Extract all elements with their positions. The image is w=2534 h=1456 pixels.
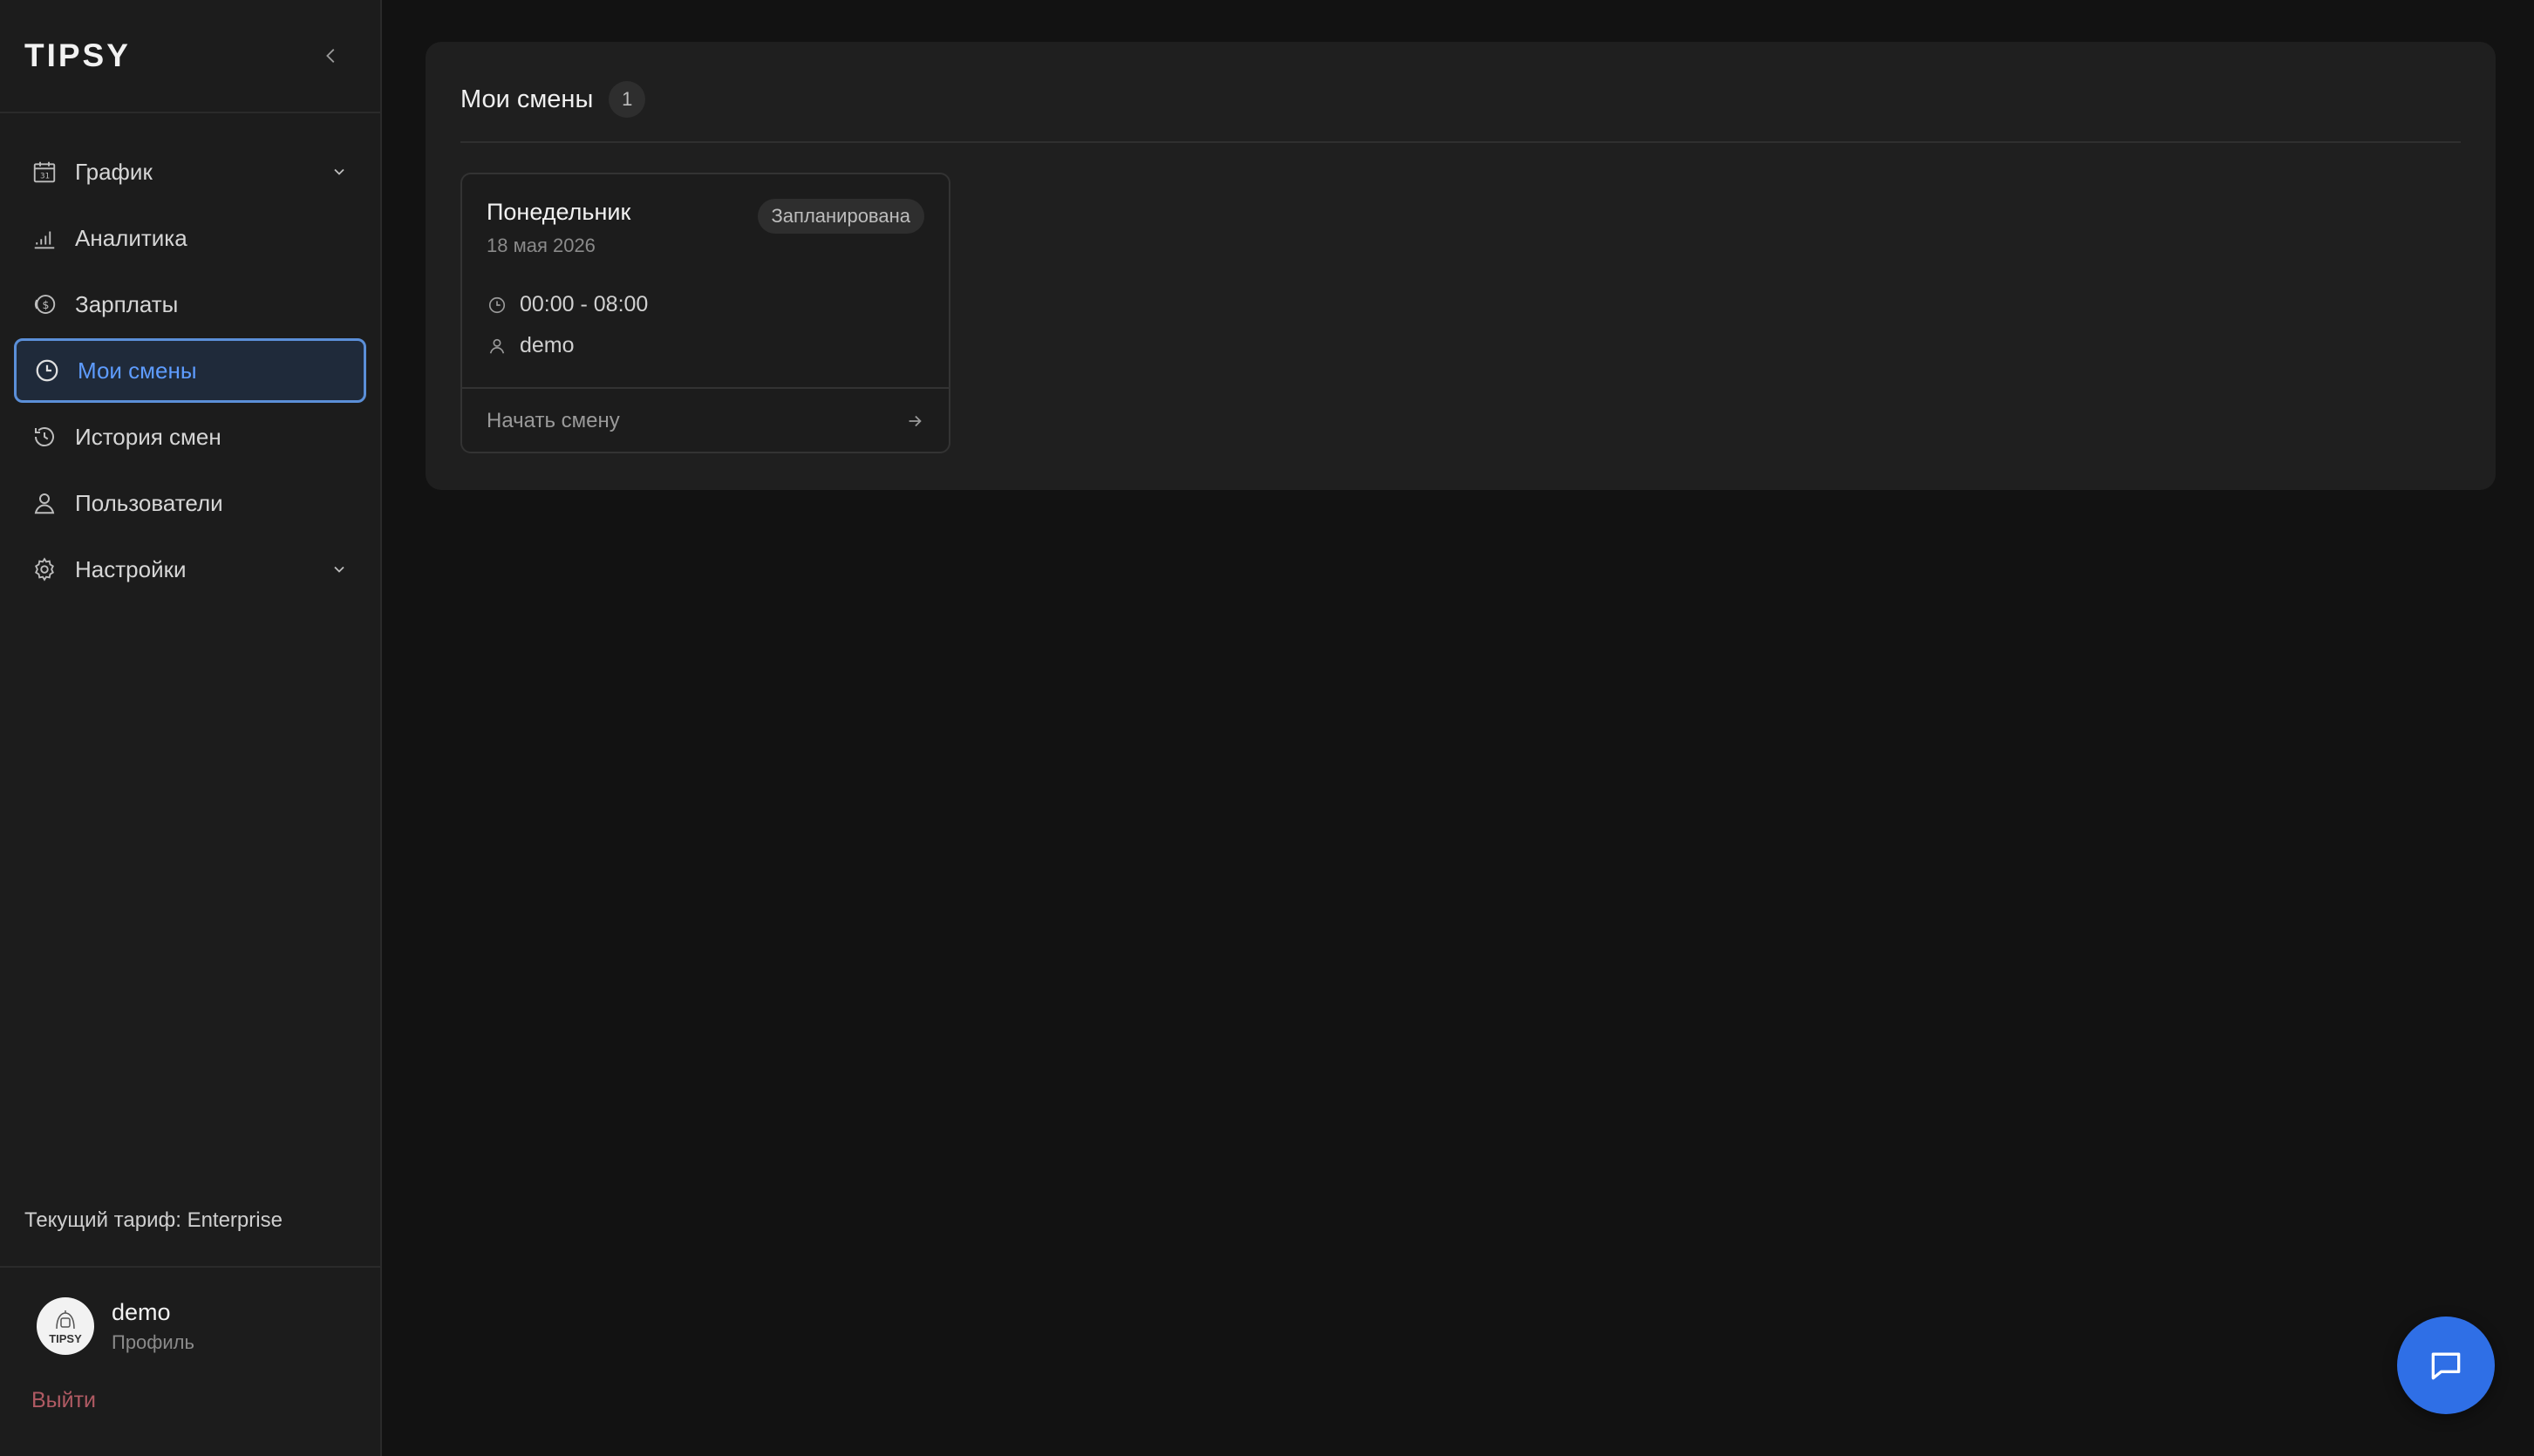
sidebar-item-label: Настройки <box>75 555 187 582</box>
clock-icon <box>32 356 62 385</box>
sidebar: TIPSY 31 График Аналитика $ Зарплаты Мои… <box>0 0 382 1456</box>
shift-time-row: 00:00 - 08:00 <box>487 292 924 317</box>
collapse-sidebar-button[interactable] <box>314 38 349 73</box>
sidebar-footer: TIPSY demo Профиль Выйти <box>0 1266 380 1413</box>
app-root: TIPSY 31 График Аналитика $ Зарплаты Мои… <box>0 0 2534 1456</box>
panel-header: Мои смены 1 <box>460 77 2461 143</box>
shift-time: 00:00 - 08:00 <box>520 292 649 316</box>
svg-text:31: 31 <box>40 173 50 181</box>
sidebar-item-analytics[interactable]: Аналитика <box>14 206 366 270</box>
user-icon <box>30 488 59 518</box>
profile-text: demo Профиль <box>112 1299 194 1354</box>
chevron-left-icon <box>326 49 335 63</box>
chat-icon <box>2431 1352 2461 1380</box>
sidebar-item-schedule[interactable]: 31 График <box>14 139 366 204</box>
gear-icon <box>30 555 59 584</box>
history-icon <box>30 422 59 452</box>
page-title: Мои смены <box>460 85 594 113</box>
clock-icon <box>487 295 507 316</box>
arrow-right-icon <box>909 415 922 427</box>
sidebar-item-label: Мои смены <box>78 357 197 384</box>
shift-card: Понедельник 18 мая 2026 Запланирована 00… <box>460 173 950 453</box>
sidebar-item-label: Аналитика <box>75 224 187 251</box>
shift-user: demo <box>520 333 575 357</box>
money-icon: $ <box>30 289 59 319</box>
mascot-icon <box>56 1310 75 1329</box>
chevron-down-icon <box>328 160 351 183</box>
sidebar-item-my-shifts[interactable]: Мои смены <box>14 338 366 403</box>
sidebar-item-settings[interactable]: Настройки <box>14 537 366 602</box>
profile-subtitle: Профиль <box>112 1330 194 1353</box>
avatar-text: TIPSY <box>49 1331 82 1345</box>
sidebar-item-shift-history[interactable]: История смен <box>14 405 366 469</box>
start-shift-label: Начать смену <box>487 409 620 432</box>
profile-name: demo <box>112 1298 171 1325</box>
shift-user-row: demo <box>487 333 924 358</box>
sidebar-item-salaries[interactable]: $ Зарплаты <box>14 272 366 337</box>
shift-card-body: Понедельник 18 мая 2026 Запланирована 00… <box>462 174 949 387</box>
sidebar-item-label: График <box>75 158 153 185</box>
user-icon <box>487 336 507 357</box>
brand-logo: TIPSY <box>24 37 131 73</box>
sidebar-item-label: История смен <box>75 423 221 450</box>
sidebar-item-label: Зарплаты <box>75 290 179 317</box>
start-shift-button[interactable]: Начать смену <box>462 387 949 453</box>
shift-date: 18 мая 2026 <box>487 235 596 256</box>
bar-chart-icon <box>30 223 59 253</box>
profile-link[interactable]: TIPSY demo Профиль <box>0 1268 380 1355</box>
status-badge: Запланирована <box>757 199 924 234</box>
brand-row: TIPSY <box>0 0 380 113</box>
chevron-down-icon <box>328 558 351 581</box>
calendar-icon: 31 <box>30 157 59 187</box>
sidebar-nav: 31 График Аналитика $ Зарплаты Мои смены… <box>0 113 380 602</box>
sidebar-item-users[interactable]: Пользователи <box>14 471 366 535</box>
chat-button[interactable] <box>2397 1317 2495 1414</box>
sidebar-item-label: Пользователи <box>75 489 223 516</box>
current-plan-label: Текущий тариф: Enterprise <box>24 1208 283 1232</box>
avatar: TIPSY <box>37 1297 94 1355</box>
logout-link[interactable]: Выйти <box>31 1388 96 1413</box>
my-shifts-panel: Мои смены 1 Понедельник 18 мая 2026 Запл… <box>426 42 2496 490</box>
shift-count-badge: 1 <box>609 81 646 118</box>
svg-text:$: $ <box>43 298 50 311</box>
